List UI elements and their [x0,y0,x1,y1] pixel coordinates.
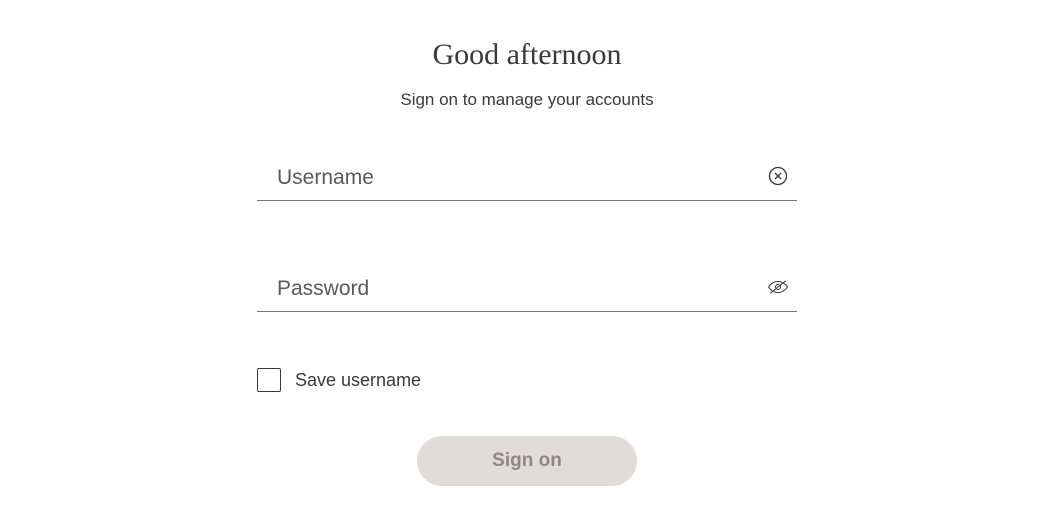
greeting-heading: Good afternoon [432,38,621,72]
password-field-group [257,273,797,312]
clear-icon[interactable] [767,165,789,187]
username-field-group [257,162,797,201]
password-input[interactable] [257,273,767,301]
save-username-label: Save username [295,370,421,391]
login-form: Good afternoon Sign on to manage your ac… [257,38,797,486]
eye-off-icon[interactable] [767,276,789,298]
subtitle-text: Sign on to manage your accounts [400,90,653,110]
username-input[interactable] [257,162,767,190]
save-username-checkbox[interactable] [257,368,281,392]
save-username-row: Save username [257,368,797,392]
sign-on-button[interactable]: Sign on [417,436,637,486]
